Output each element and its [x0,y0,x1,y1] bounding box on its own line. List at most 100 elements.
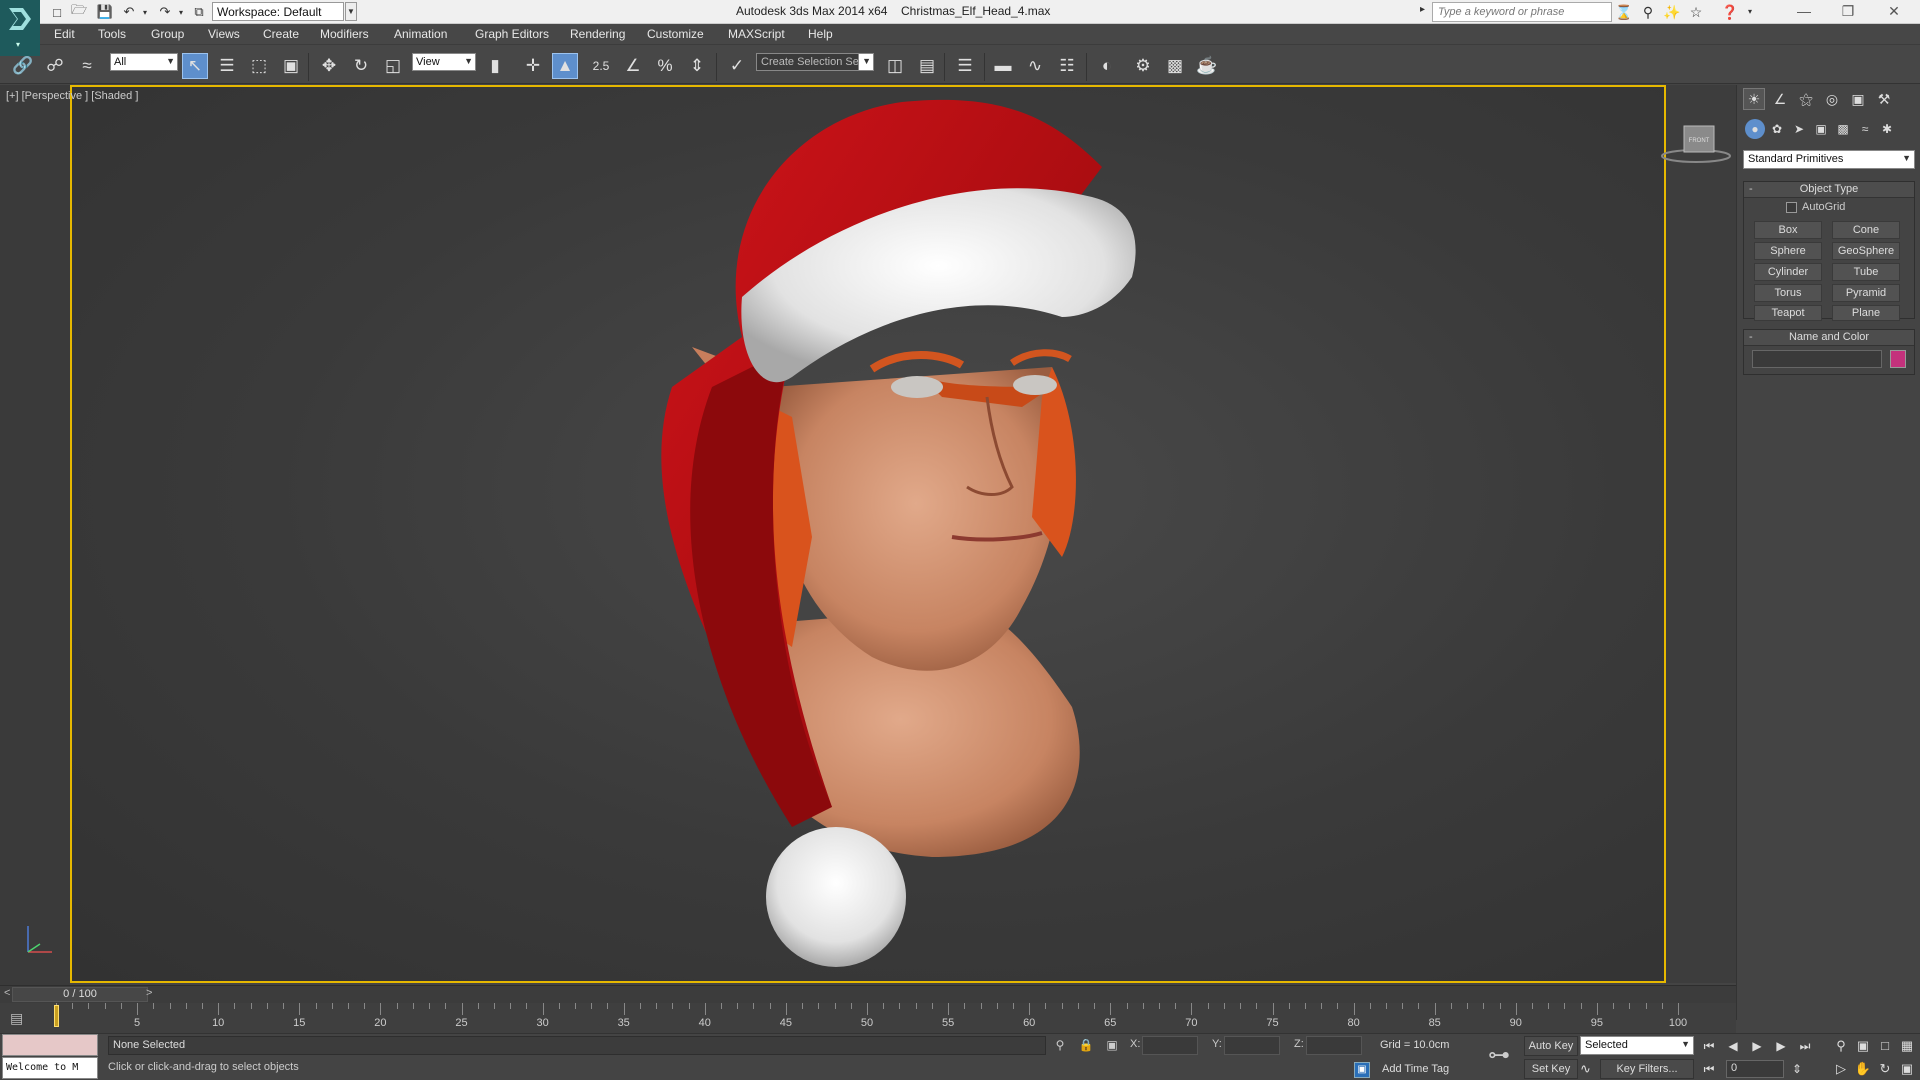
frame-spinner-icon[interactable]: ⇕ [1786,1059,1808,1079]
selection-filter-dropdown[interactable]: All ▼ [110,53,178,71]
help-icon[interactable]: ❓ [1720,2,1740,22]
default-in-out-tangents-icon[interactable]: ∿ [1580,1061,1591,1077]
bind-to-space-warp-icon[interactable]: ≈ [74,53,100,79]
cameras-category-icon[interactable]: ▣ [1811,119,1831,139]
sphere-button[interactable]: Sphere [1754,242,1822,260]
maxscript-listener-input[interactable] [2,1034,98,1056]
minimize-button[interactable]: — [1782,0,1826,24]
previous-frame-icon[interactable]: ◀ [1722,1036,1744,1056]
plane-button[interactable]: Plane [1832,305,1900,321]
open-file-icon[interactable]: 🗁 [70,2,88,21]
isolate-selection-icon[interactable]: ⚲ [1052,1037,1068,1053]
track-bar[interactable]: ▤ 5 10 15 20 25 30 35 40 45 50 55 60 65 70 75 80 85 90 95 1… [0,1003,1736,1033]
select-and-rotate-icon[interactable]: ↻ [348,53,374,79]
pan-view-icon[interactable]: ✋ [1852,1059,1874,1079]
y-coord-field[interactable] [1224,1036,1280,1055]
render-setup-icon[interactable]: ⚙ [1130,53,1156,79]
use-pivot-center-icon[interactable]: ▮ [482,53,508,79]
current-frame-marker[interactable] [54,1005,59,1027]
menu-tools[interactable]: Tools [98,27,126,41]
auto-key-button[interactable]: Auto Key [1524,1036,1578,1056]
orbit-icon[interactable]: ↻ [1874,1059,1896,1079]
mirror-icon[interactable]: ◫ [882,53,908,79]
spinner-snap-icon[interactable]: ⇕ [684,53,710,79]
x-coord-field[interactable] [1142,1036,1198,1055]
play-icon[interactable]: ▶ [1746,1036,1768,1056]
track-bar-ruler[interactable]: 5 10 15 20 25 30 35 40 45 50 55 60 65 70 75 80 85 90 95 100 [56,1003,1687,1033]
named-selection-sets-input[interactable]: Create Selection Se [756,53,872,71]
current-frame-field[interactable]: 0 [1726,1060,1784,1078]
select-by-name-icon[interactable]: ☰ [214,53,240,79]
time-slider-prev-icon[interactable]: < [4,987,10,999]
angle-snap-icon[interactable]: ∠ [620,53,646,79]
cylinder-button[interactable]: Cylinder [1754,263,1822,281]
help-dropdown-icon[interactable]: ▾ [1740,2,1760,22]
save-file-icon[interactable]: 💾 [96,3,114,21]
menu-group[interactable]: Group [151,27,184,41]
lights-category-icon[interactable]: ➤ [1789,119,1809,139]
key-mode-toggle-icon[interactable]: ⏮ [1698,1059,1720,1079]
layer-manager-icon[interactable]: ☰ [952,53,978,79]
field-of-view-icon[interactable]: ▷ [1830,1059,1852,1079]
menu-modifiers[interactable]: Modifiers [320,27,369,41]
rectangular-selection-region-icon[interactable]: ⬚ [246,53,272,79]
z-coord-field[interactable] [1306,1036,1362,1055]
app-logo-icon[interactable]: ▾ [0,0,40,56]
select-and-manipulate-icon[interactable]: ✛ [520,53,546,79]
maximize-viewport-icon[interactable]: ▣ [1896,1059,1918,1079]
menu-rendering[interactable]: Rendering [570,27,625,41]
utilities-tab-icon[interactable]: ⚒ [1873,88,1895,110]
snaps-toggle-icon[interactable]: 2.5 [588,53,614,79]
zoom-extents-all-icon[interactable]: ▦ [1896,1036,1918,1056]
menu-views[interactable]: Views [208,27,240,41]
undo-dropdown-icon[interactable]: ▾ [136,3,154,21]
app-menu-caret-icon[interactable]: ▾ [16,40,20,49]
align-icon[interactable]: ▤ [914,53,940,79]
geometry-category-icon[interactable]: ● [1745,119,1765,139]
absolute-mode-transform-icon[interactable]: ▣ [1104,1037,1120,1053]
workspace-dropdown[interactable]: Workspace: Default [212,2,344,21]
geosphere-button[interactable]: GeoSphere [1832,242,1900,260]
menu-maxscript[interactable]: MAXScript [728,27,785,41]
mini-curve-editor-icon[interactable]: ▤ [10,1010,23,1027]
selection-sets-dropdown[interactable]: ▼ [858,53,874,71]
viewcube[interactable]: FRONT [1660,120,1731,163]
window-crossing-icon[interactable]: ▣ [278,53,304,79]
graphite-ribbon-icon[interactable]: ▬ [990,53,1016,79]
tube-button[interactable]: Tube [1832,263,1900,281]
perspective-viewport[interactable] [70,85,1666,983]
search-expand-icon[interactable]: ▸ [1420,4,1425,15]
time-tag-icon[interactable]: ▣ [1354,1062,1370,1078]
render-production-icon[interactable]: ☕ [1194,53,1220,79]
set-keys-key-icon[interactable]: ⊶ [1488,1042,1510,1068]
zoom-icon[interactable]: ⚲ [1830,1036,1852,1056]
modify-tab-icon[interactable]: ∠ [1769,88,1791,110]
time-slider-next-icon[interactable]: > [146,987,152,999]
cone-button[interactable]: Cone [1832,221,1900,239]
time-slider-thumb[interactable]: 0 / 100 [12,987,148,1002]
select-object-icon[interactable]: ↖ [182,53,208,79]
object-type-rollout-header[interactable]: - Object Type [1744,182,1914,198]
zoom-extents-icon[interactable]: □ [1874,1036,1896,1056]
unlink-selection-icon[interactable]: ☍ [42,53,68,79]
display-tab-icon[interactable]: ▣ [1847,88,1869,110]
time-slider[interactable]: < 0 / 100 > [0,985,1736,1003]
communication-center-icon[interactable]: ✨ [1662,2,1682,22]
reference-coordinate-dropdown[interactable]: View ▼ [412,53,476,71]
hierarchy-tab-icon[interactable]: ⚝ [1795,88,1817,110]
project-folder-icon[interactable]: ⧉ [190,3,208,21]
maxscript-output[interactable]: Welcome to M [2,1057,98,1079]
restore-button[interactable]: ❐ [1826,0,1870,24]
name-and-color-rollout-header[interactable]: - Name and Color [1744,330,1914,346]
autogrid-checkbox[interactable] [1786,202,1797,213]
select-and-move-icon[interactable]: ✥ [316,53,342,79]
keyboard-shortcut-override-icon[interactable]: ▲ [552,53,578,79]
menu-animation[interactable]: Animation [394,27,447,41]
select-and-link-icon[interactable]: 🔗 [10,53,36,79]
rendered-frame-window-icon[interactable]: ▩ [1162,53,1188,79]
set-key-button[interactable]: Set Key [1524,1059,1578,1079]
zoom-all-icon[interactable]: ▣ [1852,1036,1874,1056]
next-frame-icon[interactable]: ▶ [1770,1036,1792,1056]
pyramid-button[interactable]: Pyramid [1832,284,1900,302]
menu-create[interactable]: Create [263,27,299,41]
